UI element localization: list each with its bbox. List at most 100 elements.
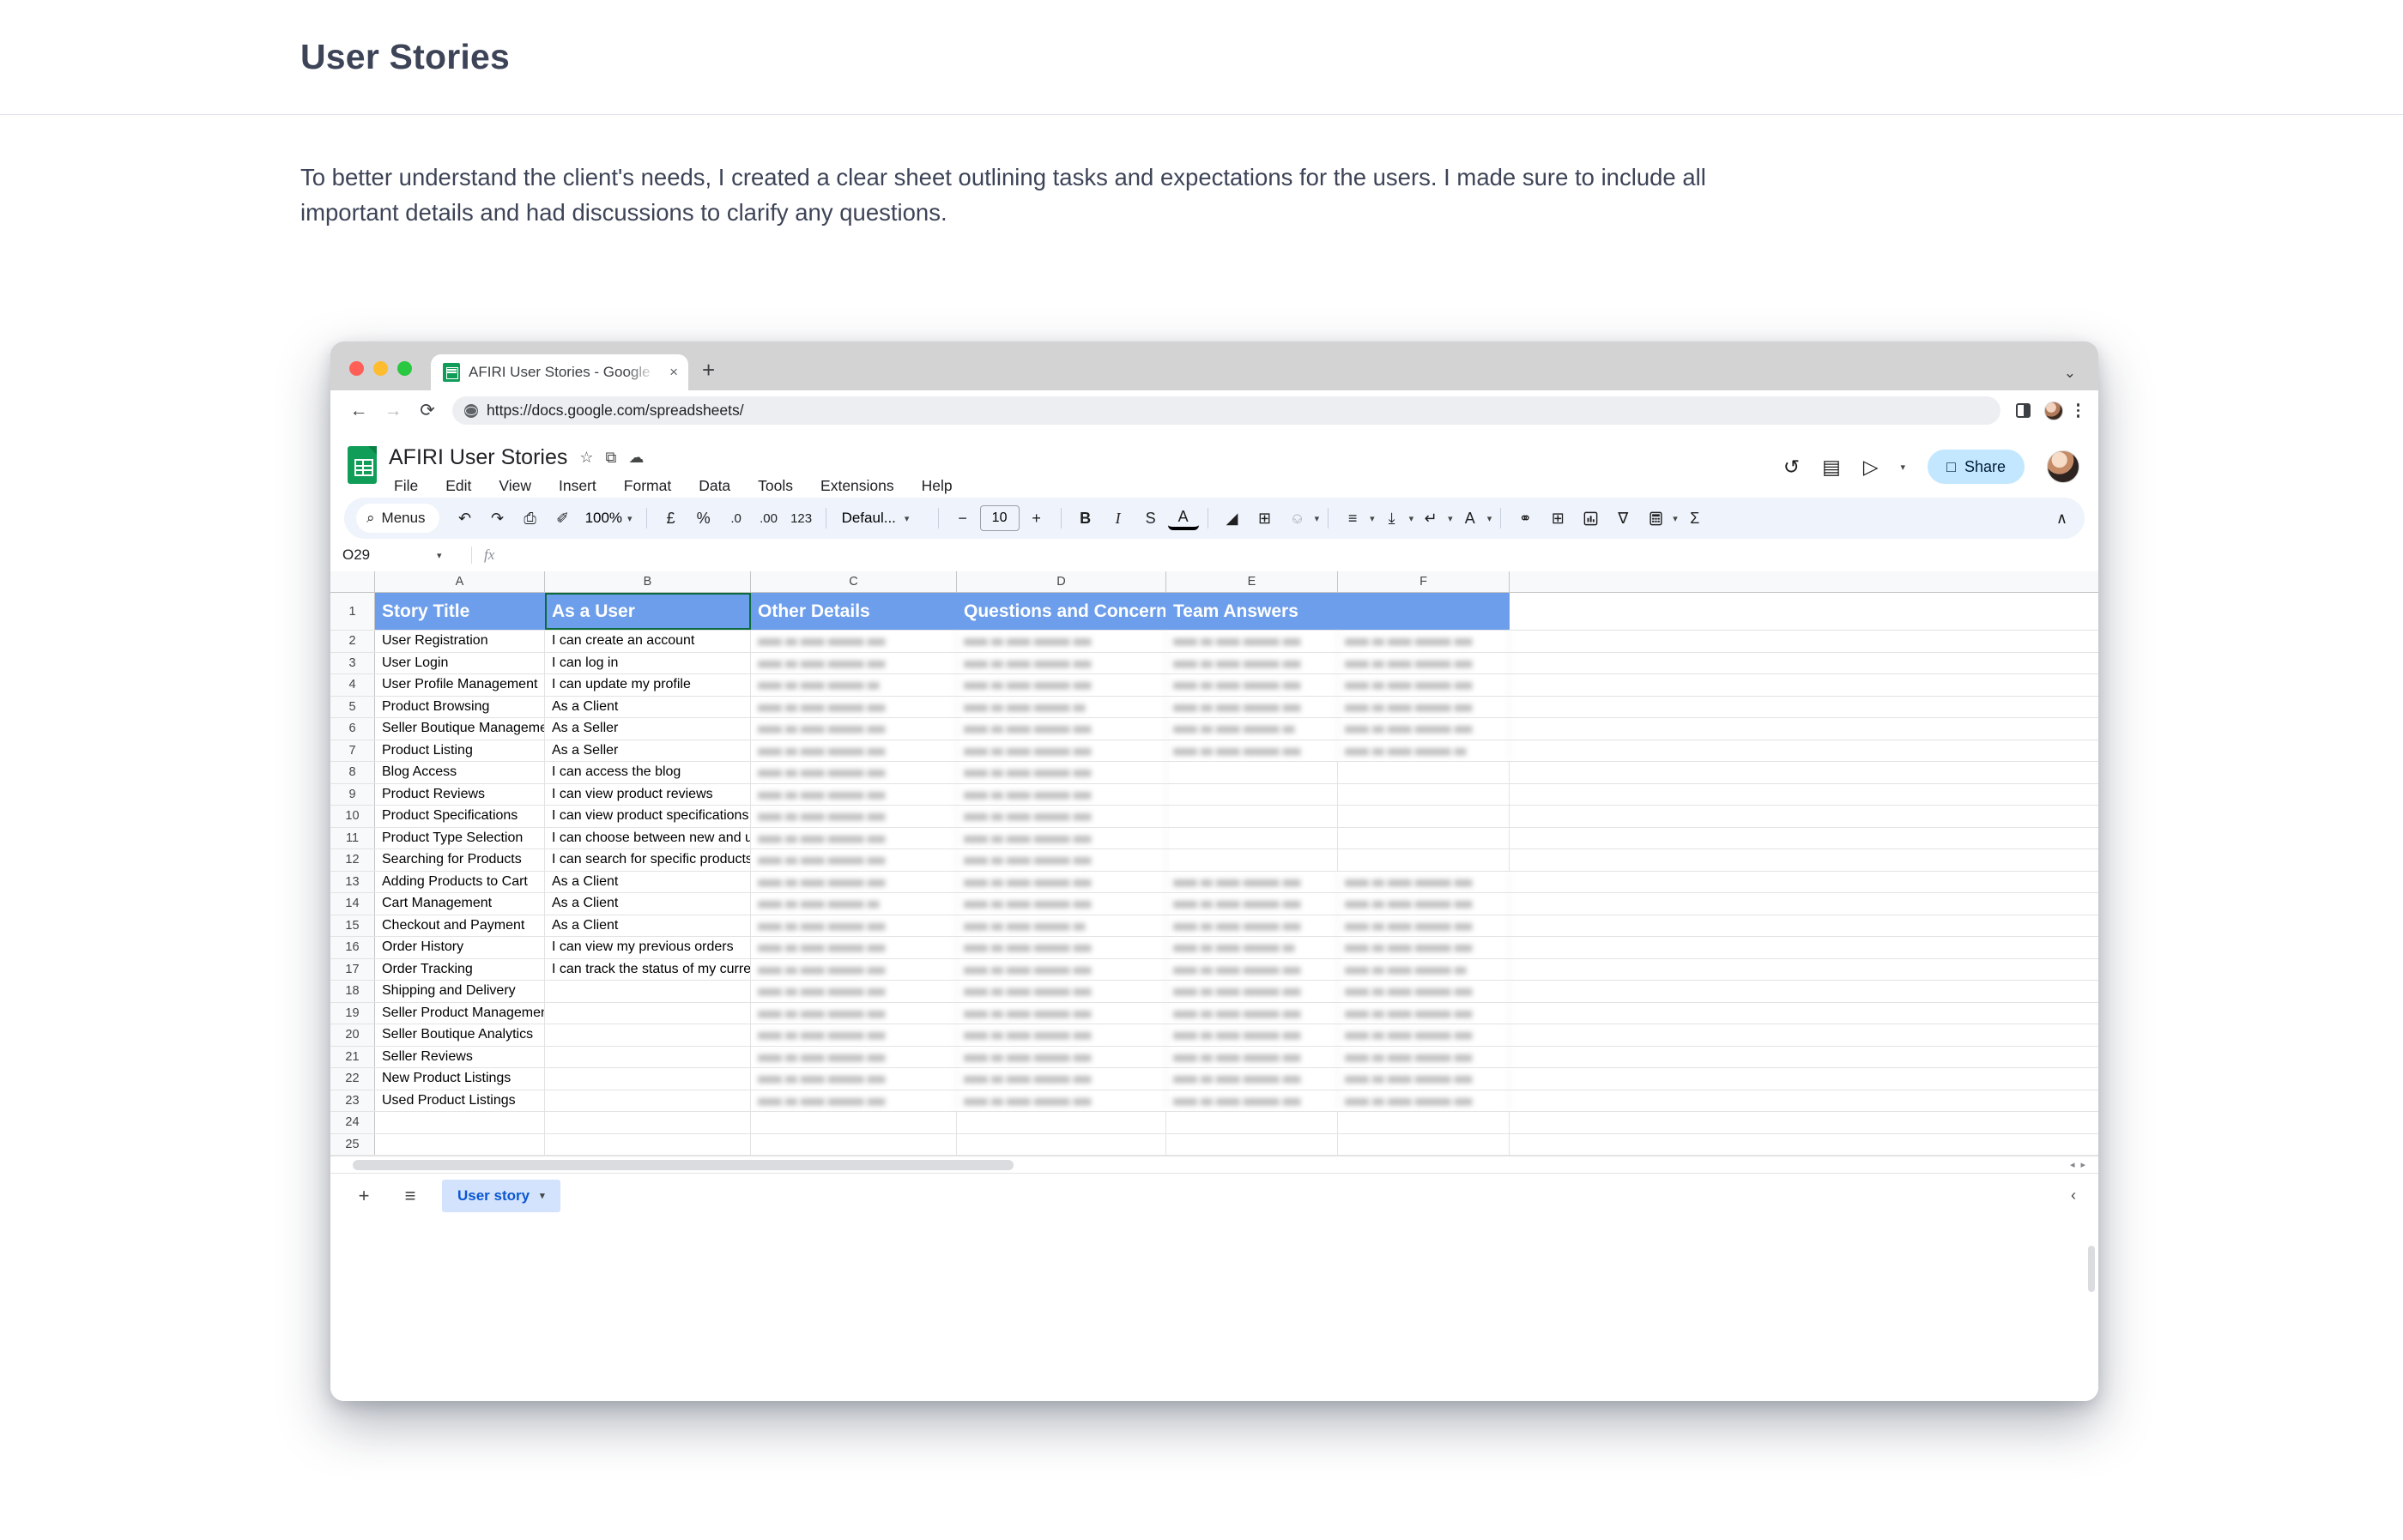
cell-F4[interactable]: xxxx xx xxxx xxxxxx xxx [1338,674,1510,696]
cell-D5[interactable]: xxxx xx xxxx xxxxxx xx [957,696,1166,717]
italic-button[interactable]: I [1103,503,1134,534]
cell-D4[interactable]: xxxx xx xxxx xxxxxx xxx [957,674,1166,696]
row-header-4[interactable]: 4 [330,674,375,696]
share-button[interactable]: □ Share [1928,450,2025,484]
chevron-down-icon[interactable]: ▾ [540,1190,545,1201]
menu-file[interactable]: File [389,474,423,498]
cell-E9[interactable] [1166,783,1338,805]
cell-F9[interactable] [1338,783,1510,805]
close-icon[interactable]: × [664,364,678,381]
chevron-down-icon[interactable]: ▾ [1448,513,1453,524]
cell-F23[interactable]: xxxx xx xxxx xxxxxx xxx [1338,1090,1510,1111]
cell-E10[interactable] [1166,806,1338,827]
cell-A13[interactable]: Adding Products to Cart [375,871,545,892]
row-header-2[interactable]: 2 [330,631,375,652]
select-all-corner[interactable] [330,571,375,592]
cell-F17[interactable]: xxxx xx xxxx xxxxxx xx [1338,958,1510,980]
cell-D6[interactable]: xxxx xx xxxx xxxxxx xxx [957,718,1166,740]
insert-comment-button[interactable]: ⊞ [1542,503,1573,534]
cell-D22[interactable]: xxxx xx xxxx xxxxxx xxx [957,1068,1166,1090]
menu-format[interactable]: Format [619,474,676,498]
cell-D12[interactable]: xxxx xx xxxx xxxxxx xxx [957,849,1166,871]
cell-C5[interactable]: xxxx xx xxxx xxxxxx xxx [751,696,957,717]
cell-D8[interactable]: xxxx xx xxxx xxxxxx xxx [957,762,1166,783]
address-bar[interactable]: https://docs.google.com/spreadsheets/ [452,396,2000,425]
menu-view[interactable]: View [493,474,536,498]
cell-A9[interactable]: Product Reviews [375,783,545,805]
cell-F22[interactable]: xxxx xx xxxx xxxxxx xxx [1338,1068,1510,1090]
cell-B22[interactable] [545,1068,751,1090]
cell-A17[interactable]: Order Tracking [375,958,545,980]
create-filter-button[interactable]: ∇ [1607,503,1638,534]
cell-C10[interactable]: xxxx xx xxxx xxxxxx xxx [751,806,957,827]
cell-B25[interactable] [545,1133,751,1155]
row-header-15[interactable]: 15 [330,915,375,936]
row-header-22[interactable]: 22 [330,1068,375,1090]
cell-F6[interactable]: xxxx xx xxxx xxxxxx xxx [1338,718,1510,740]
browser-tab[interactable]: AFIRI User Stories - Google Sh × [431,354,688,390]
cell-E24[interactable] [1166,1112,1338,1133]
header-cell-C1[interactable]: Other Details [751,593,957,630]
cell-B5[interactable]: As a Client [545,696,751,717]
cell-A19[interactable]: Seller Product Management [375,1002,545,1024]
cell-D24[interactable] [957,1112,1166,1133]
cell-F18[interactable]: xxxx xx xxxx xxxxxx xxx [1338,981,1510,1002]
row-header-20[interactable]: 20 [330,1024,375,1046]
cell-D13[interactable]: xxxx xx xxxx xxxxxx xxx [957,871,1166,892]
cell-C9[interactable]: xxxx xx xxxx xxxxxx xxx [751,783,957,805]
scroll-arrows[interactable]: ◂▸ [2070,1159,2091,1170]
cell-C17[interactable]: xxxx xx xxxx xxxxxx xxx [751,958,957,980]
sheet-tab-user-story[interactable]: User story ▾ [442,1179,560,1212]
cell-E13[interactable]: xxxx xx xxxx xxxxxx xxx [1166,871,1338,892]
percent-format-button[interactable]: % [688,503,719,534]
cell-A11[interactable]: Product Type Selection [375,827,545,849]
cell-F3[interactable]: xxxx xx xxxx xxxxxx xxx [1338,652,1510,673]
cell-F16[interactable]: xxxx xx xxxx xxxxxx xxx [1338,937,1510,958]
cell-F20[interactable]: xxxx xx xxxx xxxxxx xxx [1338,1024,1510,1046]
column-header-D[interactable]: D [957,571,1166,592]
row-header-11[interactable]: 11 [330,827,375,849]
cell-B12[interactable]: I can search for specific products [545,849,751,871]
cell-A25[interactable] [375,1133,545,1155]
header-cell-E1[interactable]: Team Answers [1166,593,1338,630]
cell-E23[interactable]: xxxx xx xxxx xxxxxx xxx [1166,1090,1338,1111]
cell-E21[interactable]: xxxx xx xxxx xxxxxx xxx [1166,1046,1338,1067]
browser-menu-icon[interactable] [2076,403,2079,418]
header-cell-F1[interactable] [1338,593,1510,630]
cell-A7[interactable]: Product Listing [375,740,545,761]
cell-E6[interactable]: xxxx xx xxxx xxxxxx xx [1166,718,1338,740]
cell-E19[interactable]: xxxx xx xxxx xxxxxx xxx [1166,1002,1338,1024]
row-header-6[interactable]: 6 [330,718,375,740]
font-family-select[interactable]: Defaul... ▾ [835,510,929,527]
cell-C4[interactable]: xxxx xx xxxx xxxxxx xx [751,674,957,696]
font-size-input[interactable]: 10 [979,505,1020,531]
column-header-F[interactable]: F [1338,571,1510,592]
horizontal-align-button[interactable]: ≡ [1337,503,1368,534]
cell-D16[interactable]: xxxx xx xxxx xxxxxx xxx [957,937,1166,958]
cell-B16[interactable]: I can view my previous orders [545,937,751,958]
cell-F5[interactable]: xxxx xx xxxx xxxxxx xxx [1338,696,1510,717]
cell-F19[interactable]: xxxx xx xxxx xxxxxx xxx [1338,1002,1510,1024]
menus-search-button[interactable]: ⌕ Menus [356,504,439,533]
side-panel-icon[interactable] [2015,403,2031,418]
cell-C14[interactable]: xxxx xx xxxx xxxxxx xx [751,893,957,915]
borders-button[interactable]: ⊞ [1250,503,1280,534]
reload-icon[interactable]: ⟳ [418,400,437,421]
cell-E7[interactable]: xxxx xx xxxx xxxxxx xxx [1166,740,1338,761]
header-cell-D1[interactable]: Questions and Concerns [957,593,1166,630]
row-header-23[interactable]: 23 [330,1090,375,1111]
version-history-icon[interactable]: ↺ [1783,456,1800,479]
cell-D21[interactable]: xxxx xx xxxx xxxxxx xxx [957,1046,1166,1067]
vertical-align-button[interactable]: ⤓ [1377,503,1407,534]
vertical-scrollbar-thumb[interactable] [2088,1246,2095,1292]
row-header-3[interactable]: 3 [330,652,375,673]
row-header-16[interactable]: 16 [330,937,375,958]
cell-D15[interactable]: xxxx xx xxxx xxxxxx xx [957,915,1166,936]
cell-E20[interactable]: xxxx xx xxxx xxxxxx xxx [1166,1024,1338,1046]
menu-help[interactable]: Help [917,474,958,498]
paint-format-button[interactable]: ✐ [548,503,578,534]
cell-B2[interactable]: I can create an account [545,631,751,652]
cell-A10[interactable]: Product Specifications [375,806,545,827]
column-header-A[interactable]: A [375,571,545,592]
horizontal-scrollbar-thumb[interactable] [353,1160,1014,1170]
